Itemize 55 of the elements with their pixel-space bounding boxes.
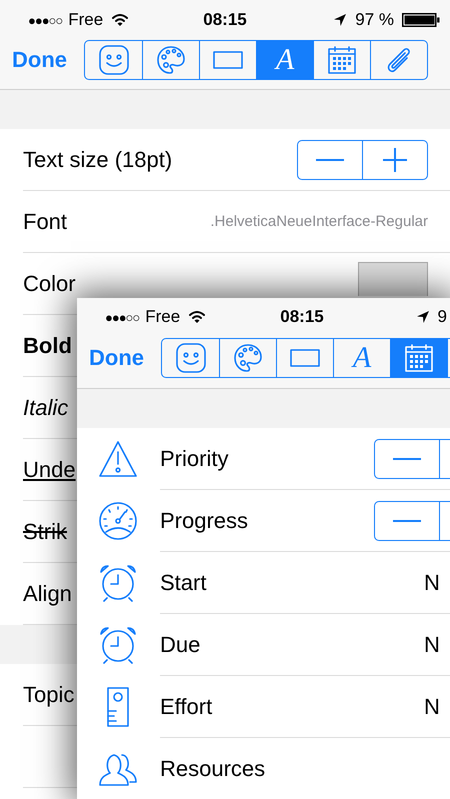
rectangle-icon [213, 50, 243, 70]
row-label: Unde [23, 456, 76, 482]
row-label: Progress [160, 508, 248, 534]
row-label: Due [160, 632, 200, 658]
color-swatch[interactable] [358, 262, 428, 296]
warning-icon [98, 440, 138, 478]
row-label: Resources [160, 756, 266, 782]
alarm-clock-icon [98, 563, 138, 603]
clock-time: 08:15 [203, 10, 247, 29]
plus-icon [383, 148, 407, 172]
people-icon [98, 751, 138, 787]
segment-tab[interactable] [390, 339, 447, 377]
palette-icon [232, 342, 264, 374]
row-value: N [424, 632, 441, 658]
row-label: Text size (18pt) [23, 146, 172, 172]
battery-icon [402, 13, 440, 27]
rectangle-icon [290, 348, 320, 368]
clock-time: 08:15 [280, 307, 324, 326]
wifi-icon [111, 13, 130, 27]
smiley-icon [98, 44, 130, 76]
palette-icon [155, 44, 187, 76]
row-value: N [424, 694, 441, 720]
minus-icon [316, 158, 344, 160]
battery-percentage: 97 % [355, 10, 394, 30]
row-label: Color [23, 270, 76, 296]
row-label: Italic [23, 394, 68, 420]
done-button[interactable]: Done [12, 40, 84, 80]
segment-tab[interactable]: A [256, 41, 313, 79]
row-label: Font [23, 208, 68, 234]
carrier-name: Free [68, 10, 104, 30]
battery-percentage: 9 [438, 307, 447, 327]
ruler-tag-icon [106, 687, 130, 727]
row-label: Priority [160, 446, 228, 472]
calendar-icon [327, 45, 357, 75]
minus-icon [393, 458, 421, 460]
row-label: Align [23, 580, 72, 606]
row-value: N [424, 570, 441, 596]
gauge-icon [98, 501, 138, 541]
location-arrow-icon [333, 13, 348, 27]
row-label: Strik [23, 518, 67, 544]
alarm-clock-icon [98, 625, 138, 665]
done-button[interactable]: Done [89, 338, 161, 378]
carrier-name: Free [145, 307, 180, 327]
row-label: Topic [23, 682, 74, 708]
signal-strength: ●●●○○ [105, 310, 140, 324]
wifi-icon [188, 310, 206, 324]
minus-icon [393, 520, 421, 522]
location-arrow-icon [416, 310, 430, 324]
row-label: Effort [160, 694, 212, 720]
row-label: Bold [23, 332, 72, 358]
row-label: Start [160, 570, 206, 596]
signal-strength: ●●●○○ [28, 12, 62, 28]
row-value: .HelveticaNeueInterface-Regular [210, 213, 428, 230]
smiley-icon [174, 342, 206, 374]
calendar-icon [404, 343, 434, 373]
